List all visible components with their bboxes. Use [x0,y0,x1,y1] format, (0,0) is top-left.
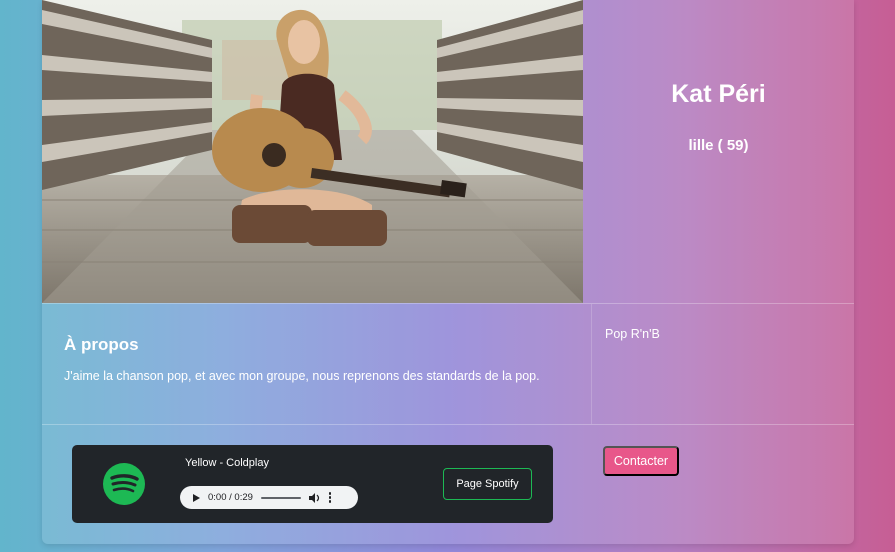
spotify-player: Yellow - Coldplay 0:00 / 0:29 Page Spoti… [72,445,553,523]
artist-name: Kat Péri [671,80,766,108]
play-icon[interactable] [193,493,200,502]
audio-player[interactable]: 0:00 / 0:29 [180,486,358,509]
artist-card: Kat Péri lille ( 59) À propos J'aime la … [42,0,854,544]
section-divider [42,303,854,304]
seek-bar[interactable] [260,496,301,499]
about-heading: À propos [64,335,139,354]
about-text: J'aime la chanson pop, et avec mon group… [64,369,540,383]
contact-button[interactable]: Contacter [603,446,679,476]
track-title: Yellow - Coldplay [185,457,269,469]
column-divider [591,304,592,424]
more-options-icon[interactable] [328,492,332,503]
volume-icon[interactable] [308,492,321,503]
playback-time: 0:00 / 0:29 [208,492,253,503]
spotify-page-button[interactable]: Page Spotify [443,468,532,500]
genre-list: Pop R'n'B [605,327,660,341]
artist-city-age: lille ( 59) [688,137,749,154]
section-divider [42,424,854,425]
artist-photo [42,0,583,303]
artist-hero-info: Kat Péri lille ( 59) [583,0,854,303]
spotify-icon [103,463,145,505]
